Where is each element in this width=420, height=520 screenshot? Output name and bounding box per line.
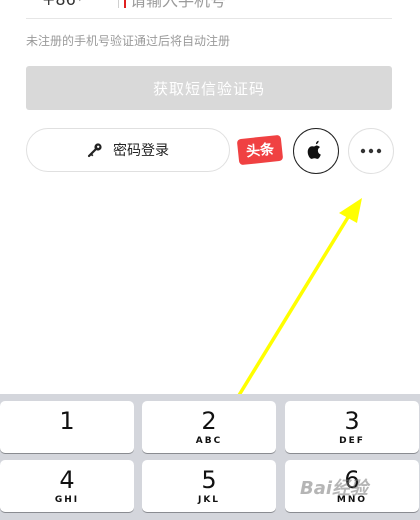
key-4[interactable]: 4 GHI (0, 460, 134, 512)
password-login-button[interactable]: 密码登录 (26, 128, 230, 172)
key-number: 3 (344, 407, 360, 435)
more-dots-icon (360, 148, 382, 154)
text-cursor (124, 0, 126, 8)
key-2[interactable]: 2 ABC (142, 401, 276, 453)
key-number: 4 (59, 466, 75, 494)
apple-login-button[interactable] (293, 128, 339, 174)
key-letters: DEF (339, 436, 365, 446)
key-icon (87, 143, 102, 158)
register-hint: 未注册的手机号验证通过后将自动注册 (26, 34, 231, 48)
watermark: Bai经验 (300, 478, 369, 499)
phone-row: +86 ▼ (26, 0, 392, 19)
more-login-options-button[interactable] (348, 128, 394, 174)
chevron-down-icon[interactable]: ▼ (76, 0, 84, 3)
key-letters: ABC (195, 436, 223, 446)
phone-input[interactable] (130, 0, 380, 12)
key-number: 1 (59, 407, 75, 435)
divider (118, 0, 119, 8)
key-1[interactable]: 1 (0, 401, 134, 453)
key-letters: JKL (197, 495, 221, 505)
key-5[interactable]: 5 JKL (142, 460, 276, 512)
key-letters: GHI (54, 495, 80, 505)
key-number: 5 (201, 466, 217, 494)
apple-icon (307, 140, 321, 159)
toutiao-label: 头条 (245, 141, 275, 161)
toutiao-login-button[interactable]: 头条 (236, 134, 284, 166)
get-sms-code-button[interactable]: 获取短信验证码 (26, 66, 392, 110)
password-login-label: 密码登录 (113, 143, 169, 159)
key-number: 2 (201, 407, 217, 435)
numeric-keypad: 1 2 ABC 3 DEF 4 GHI 5 JKL 6 MNO (0, 394, 420, 520)
key-3[interactable]: 3 DEF (285, 401, 419, 453)
country-code[interactable]: +86 (42, 0, 76, 9)
